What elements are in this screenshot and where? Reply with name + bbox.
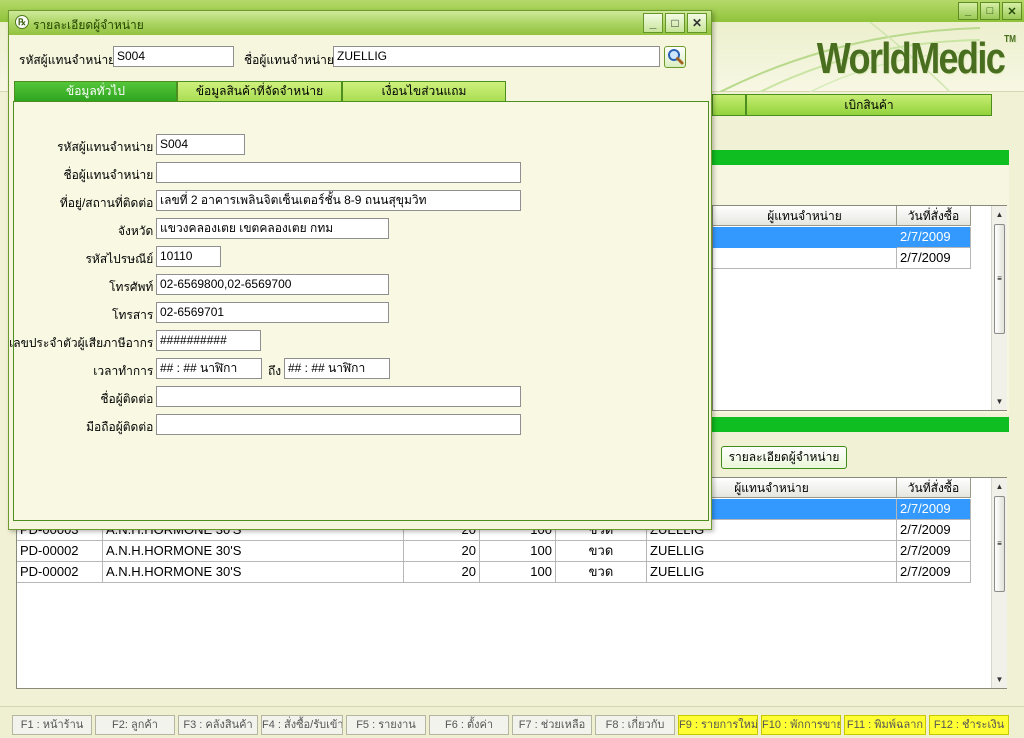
fkey-f4-purchase[interactable]: F4 : สั่งซื้อ/รับเข้า [261,715,343,735]
worldmedic-logo: WorldMedicTM [816,34,1016,83]
fkey-f12-payment[interactable]: F12 : ชำระเงิน [929,715,1009,735]
form-postcode-label: รหัสไปรษณีย์ : [85,252,160,266]
tax-id-field[interactable]: ########## [156,330,261,351]
scroll-up-icon[interactable]: ▲ [992,207,1007,222]
lower-grid-scrollbar[interactable]: ▲ ≡ ▼ [991,478,1007,688]
contact-name-field[interactable] [156,386,521,407]
scroll-thumb[interactable]: ≡ [994,224,1005,334]
order-date-cell: 2/7/2009 [897,248,971,269]
maximize-icon[interactable]: □ [980,2,1000,20]
form-address-label: ที่อยู่/สถานที่ติดต่อ : [59,196,160,210]
order-date-cell: 2/7/2009 [897,227,971,248]
vendor-name-search-field[interactable]: ZUELLIG [333,46,660,67]
address-field[interactable]: เลขที่ 2 อาคารเพลินจิตเซ็นเตอร์ชั้น 8-9 … [156,190,521,211]
fkey-f8-about[interactable]: F8 : เกี่ยวกับ [595,715,675,735]
tab-withdraw-goods[interactable]: เบิกสินค้า [746,94,992,116]
fkey-f10-hold-sale[interactable]: F10 : พักการขาย [761,715,841,735]
hours-from-field[interactable]: ## : ## นาฬิกา [156,358,262,379]
form-contact-label: ชื่อผู้ติดต่อ : [100,392,160,406]
order-date-cell: 2/7/2009 [897,499,971,520]
vendor-cell: ZUELLIG [647,541,897,562]
table-row[interactable]: 2/7/2009 [713,227,971,248]
dialog-title: รายละเอียดผู้จำหน่าย [33,18,144,32]
form-phone-label: โทรศัพท์ : [109,280,160,294]
dialog-controls: _ □ ✕ [643,13,707,33]
form-code-label: รหัสผู้แทนจำหน่าย : [57,140,160,154]
table-row[interactable]: 2/7/2009 [713,248,971,269]
vendor-name-label: ชื่อผู้แทนจำหน่าย : [244,53,341,67]
upper-order-grid: ผู้แทนจำหน่าย วันที่สั่งซื้อ 2/7/2009 2/… [712,205,1007,411]
contact-mobile-field[interactable] [156,414,521,435]
column-header[interactable]: วันที่สั่งซื้อ [897,478,971,498]
postcode-field[interactable]: 10110 [156,246,221,267]
fkey-f6-settings[interactable]: F6 : ตั้งค่า [429,715,509,735]
tab-hidden[interactable] [712,94,746,116]
order-date-cell: 2/7/2009 [897,562,971,583]
fkey-f2-customer[interactable]: F2: ลูกค้า [95,715,175,735]
maximize-icon[interactable]: □ [665,13,685,33]
column-header[interactable]: ผู้แทนจำหน่าย [713,206,897,226]
minimize-icon[interactable]: _ [643,13,663,33]
phone-field[interactable]: 02-6569800,02-6569700 [156,274,389,295]
unit-cell: ขวด [556,562,647,583]
close-icon[interactable]: ✕ [1002,2,1022,20]
price-cell: 100 [480,562,556,583]
vendor-detail-button[interactable]: รายละเอียดผู้จำหน่าย [721,446,847,469]
form-fax-label: โทรสาร : [112,308,160,322]
close-icon[interactable]: ✕ [687,13,707,33]
form-name-label: ชื่อผู้แทนจำหน่าย : [63,168,160,182]
tab-distributed-products[interactable]: ข้อมูลสินค้าที่จัดจำหน่าย [177,81,342,101]
vendor-code-search-field[interactable]: S004 [113,46,234,67]
quantity-cell: 20 [404,562,480,583]
vendor-detail-dialog: ℞ รายละเอียดผู้จำหน่าย _ □ ✕ รหัสผู้แทนจ… [8,10,712,530]
fkey-f5-report[interactable]: F5 : รายงาน [346,715,426,735]
scroll-down-icon[interactable]: ▼ [992,394,1007,409]
function-key-bar: F1 : หน้าร้าน F2: ลูกค้า F3 : คลังสินค้า… [0,706,1024,738]
fkey-f9-new-item[interactable]: F9 : รายการใหม่ [678,715,758,735]
column-header[interactable]: วันที่สั่งซื้อ [897,206,971,226]
scroll-up-icon[interactable]: ▲ [992,479,1007,494]
fkey-f11-print-label[interactable]: F11 : พิมพ์ฉลาก [844,715,926,735]
vendor-code-label: รหัสผู้แทนจำหน่าย : [19,53,122,67]
vendor-code-field[interactable]: S004 [156,134,245,155]
tab-bonus-conditions[interactable]: เงื่อนไขส่วนแถม [342,81,506,101]
product-code-cell: PD-00002 [17,541,103,562]
general-info-panel: รหัสผู้แทนจำหน่าย : S004 ชื่อผู้แทนจำหน่… [9,101,709,521]
table-row[interactable]: PD-00002 A.N.H.HORMONE 30'S 20 100 ขวด Z… [17,541,971,562]
section-header-bar [712,417,1009,432]
tab-general-info[interactable]: ข้อมูลทั่วไป [14,81,177,101]
form-province-label: จังหวัด : [118,224,160,238]
search-icon [668,49,684,65]
order-date-cell: 2/7/2009 [897,520,971,541]
main-window-controls: _ □ ✕ [958,2,1022,20]
fkey-f7-help[interactable]: F7 : ช่วยเหลือ [512,715,592,735]
price-cell: 100 [480,541,556,562]
hours-to-label: ถึง [268,364,282,378]
unit-cell: ขวด [556,541,647,562]
quantity-cell: 20 [404,541,480,562]
dialog-titlebar[interactable]: ℞ รายละเอียดผู้จำหน่าย _ □ ✕ [9,11,711,35]
fkey-f3-inventory[interactable]: F3 : คลังสินค้า [178,715,258,735]
section-header-bar [712,150,1009,165]
product-name-cell: A.N.H.HORMONE 30'S [103,541,404,562]
order-date-cell: 2/7/2009 [897,541,971,562]
vendor-cell: ZUELLIG [647,562,897,583]
fkey-f1-storefront[interactable]: F1 : หน้าร้าน [12,715,92,735]
rx-app-icon: ℞ [15,15,29,29]
product-code-cell: PD-00002 [17,562,103,583]
upper-grid-scrollbar[interactable]: ▲ ≡ ▼ [991,206,1007,410]
form-taxid-label: เลขประจำตัวผู้เสียภาษีอากร : [9,336,160,350]
fax-field[interactable]: 02-6569701 [156,302,389,323]
table-row[interactable]: PD-00002 A.N.H.HORMONE 30'S 20 100 ขวด Z… [17,562,971,583]
form-mobile-label: มือถือผู้ติดต่อ : [86,420,160,434]
search-button[interactable] [664,46,686,68]
province-field[interactable]: แขวงคลองเตย เขตคลองเตย กทม [156,218,389,239]
product-name-cell: A.N.H.HORMONE 30'S [103,562,404,583]
vendor-name-field[interactable] [156,162,521,183]
form-hours-label: เวลาทำการ : [93,364,160,378]
scroll-thumb[interactable]: ≡ [994,496,1005,592]
scroll-down-icon[interactable]: ▼ [992,672,1007,687]
hours-to-field[interactable]: ## : ## นาฬิกา [284,358,390,379]
minimize-icon[interactable]: _ [958,2,978,20]
